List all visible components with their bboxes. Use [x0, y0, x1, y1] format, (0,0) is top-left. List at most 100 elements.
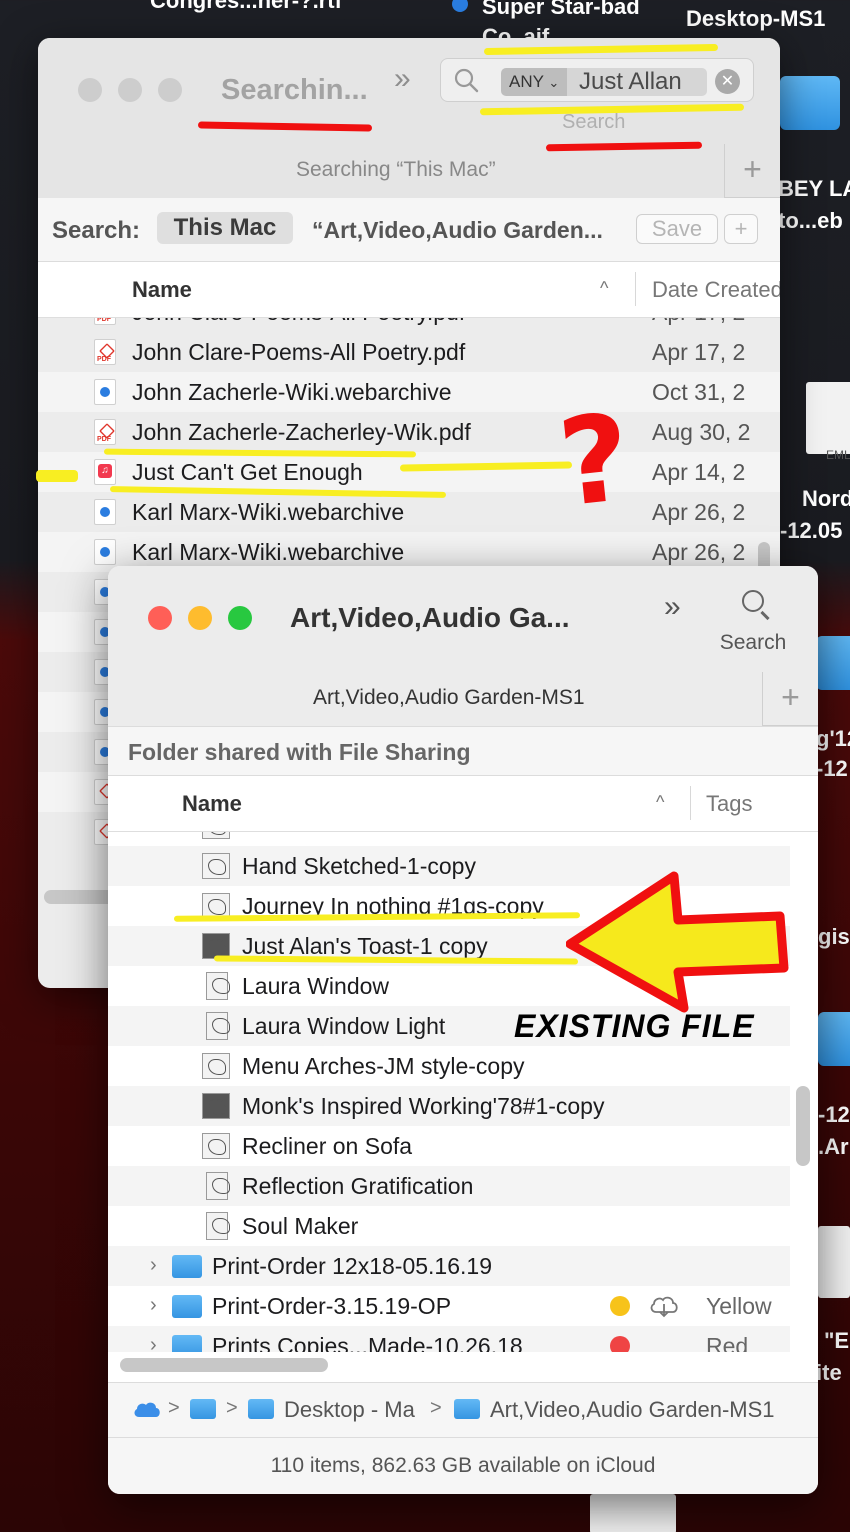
desktop-document-icon[interactable] — [590, 1494, 676, 1532]
window-title: Art,Video,Audio Ga... — [290, 602, 570, 633]
list-item[interactable]: Reflection Gratification — [108, 1166, 790, 1206]
add-criteria-button[interactable]: + — [724, 214, 758, 244]
new-tab-button[interactable]: + — [724, 144, 780, 198]
desktop-file-label[interactable]: Congres...ner-?.rtf — [150, 0, 342, 14]
desktop-file-label[interactable]: Desktop-MS1 — [686, 6, 825, 32]
list-item[interactable]: John Zacherle-Wiki.webarchive Oct 31, 2 — [38, 372, 780, 412]
zoom-button[interactable] — [228, 606, 252, 630]
scope-folder-button[interactable]: “Art,Video,Audio Garden... — [312, 217, 603, 244]
close-button[interactable] — [78, 78, 102, 102]
titlebar: Art,Video,Audio Ga... » Search Art,Video… — [108, 566, 818, 726]
folder-row[interactable]: › Print-Order 12x18-05.16.19 — [108, 1246, 790, 1286]
file-date: Aug 30, 2 — [652, 419, 751, 445]
zoom-button[interactable] — [158, 78, 182, 102]
column-date-header[interactable]: Date Created — [652, 277, 780, 303]
image-thumbnail-icon — [206, 1012, 230, 1040]
search-label: Search — [562, 111, 626, 133]
list-item[interactable]: PDF John Clare-Poems-All Poetry.pdf Apr … — [38, 318, 780, 332]
search-token-type-dropdown[interactable]: ANY ⌄ — [501, 68, 567, 96]
search-field[interactable]: ANY ⌄ Just Allan ✕ — [440, 58, 754, 102]
list-item[interactable]: Menu Arches-JM style-copy — [108, 1046, 790, 1086]
search-icon — [742, 590, 764, 612]
disclosure-chevron-icon[interactable]: › — [150, 1294, 157, 1317]
desktop-file-label[interactable]: g'12 — [816, 726, 850, 752]
desktop-file-label[interactable]: BEY LA — [778, 176, 850, 202]
desktop-file-label[interactable]: -12.05 — [780, 518, 842, 544]
desktop-folder-icon[interactable] — [818, 1012, 850, 1066]
new-tab-button[interactable]: + — [762, 672, 818, 726]
column-header: Name ^ Tags — [108, 776, 818, 832]
folder-row[interactable]: › Prints Copies...Made-10.26.18 Red — [108, 1326, 790, 1352]
folder-name: Prints Copies...Made-10.26.18 — [212, 1333, 523, 1352]
list-item[interactable]: PDF John Zacherle-Zacherley-Wik.pdf Aug … — [38, 412, 780, 452]
file-date: Oct 31, 2 — [652, 379, 746, 405]
desktop-file-label[interactable]: -12 — [818, 1102, 850, 1128]
disclosure-chevron-icon[interactable]: › — [150, 1334, 157, 1352]
list-item[interactable] — [108, 832, 790, 846]
icloud-icon[interactable] — [132, 1399, 162, 1419]
image-thumbnail-icon — [202, 1093, 230, 1119]
desktop-file-label[interactable]: .Ar — [818, 1134, 849, 1160]
column-divider[interactable] — [690, 786, 691, 820]
column-name-header[interactable]: Name — [132, 277, 192, 303]
file-name: Hand Sketched-1-copy — [242, 853, 476, 879]
icloud-download-icon[interactable] — [648, 1292, 680, 1318]
folder-row[interactable]: › Print-Order-3.15.19-OP Yellow — [108, 1286, 790, 1326]
scope-this-mac-button[interactable]: This Mac — [157, 212, 293, 244]
desktop-file-dot-icon — [452, 0, 468, 12]
disclosure-chevron-icon[interactable]: › — [150, 1254, 157, 1277]
file-name: Laura Window — [242, 973, 390, 999]
path-separator: > — [226, 1397, 238, 1419]
desktop-folder-icon[interactable] — [816, 636, 850, 690]
scope-label: Search: — [52, 217, 141, 244]
tag-label: Red — [706, 1333, 749, 1352]
path-segment-current-folder[interactable]: Art,Video,Audio Garden-MS1 — [490, 1397, 775, 1423]
minimize-button[interactable] — [188, 606, 212, 630]
file-name: John Zacherle-Zacherley-Wik.pdf — [132, 419, 471, 445]
desktop-file-label[interactable]: ite — [816, 1360, 842, 1386]
file-name: Menu Arches-JM style-copy — [242, 1053, 525, 1079]
column-name-header[interactable]: Name — [182, 791, 242, 817]
minimize-button[interactable] — [118, 78, 142, 102]
search-token-value[interactable]: Just Allan — [567, 68, 707, 96]
status-bar: 110 items, 862.63 GB available on iCloud — [108, 1438, 818, 1494]
list-item[interactable]: Soul Maker — [108, 1206, 790, 1246]
folder-icon[interactable] — [190, 1399, 216, 1419]
file-name: Karl Marx-Wiki.webarchive — [132, 499, 405, 525]
list-item[interactable]: Monk's Inspired Working'78#1-copy — [108, 1086, 790, 1126]
red-tag-dot — [610, 1336, 630, 1352]
desktop-folder-icon[interactable] — [780, 76, 840, 130]
desktop-file-label[interactable]: Nord — [802, 486, 850, 512]
path-segment-desktop[interactable]: Desktop - Ma — [284, 1397, 415, 1423]
toolbar-overflow-chevron-icon[interactable]: » — [664, 590, 681, 624]
image-thumbnail-icon — [206, 972, 230, 1000]
file-name: Laura Window Light — [242, 1013, 446, 1039]
save-search-button[interactable]: Save — [636, 214, 718, 244]
arrow-annotation-icon — [566, 871, 789, 1013]
desktop-document-icon[interactable] — [818, 1226, 850, 1298]
clear-search-icon[interactable]: ✕ — [715, 69, 740, 94]
yellow-tag-dot — [610, 1296, 630, 1316]
file-name: Recliner on Sofa — [242, 1133, 413, 1159]
list-item[interactable]: Karl Marx-Wiki.webarchive Apr 26, 2 — [38, 492, 780, 532]
toolbar-overflow-chevron-icon[interactable]: » — [394, 62, 411, 96]
list-item[interactable]: Recliner on Sofa — [108, 1126, 790, 1166]
file-name: John Zacherle-Wiki.webarchive — [132, 379, 452, 405]
desktop-email-file-icon[interactable] — [806, 382, 850, 454]
desktop-file-label[interactable]: "E — [824, 1328, 849, 1354]
yellow-marker-annotation — [36, 470, 78, 482]
close-button[interactable] — [148, 606, 172, 630]
column-tags-header[interactable]: Tags — [706, 791, 752, 817]
image-thumbnail-icon — [206, 1212, 230, 1240]
desktop-file-label[interactable]: to...eb — [778, 208, 843, 234]
sort-ascending-icon: ^ — [600, 278, 609, 298]
vertical-scrollbar[interactable] — [796, 1086, 810, 1166]
column-divider[interactable] — [635, 272, 636, 306]
path-bar: > > Desktop - Ma > Art,Video,Audio Garde… — [108, 1382, 818, 1438]
file-name: John Clare-Poems-All Poetry.pdf — [132, 339, 466, 365]
horizontal-scrollbar[interactable] — [120, 1358, 328, 1372]
desktop-file-label[interactable]: gis — [818, 924, 850, 950]
list-item[interactable]: PDF John Clare-Poems-All Poetry.pdf Apr … — [38, 332, 780, 372]
search-button[interactable]: Search — [708, 590, 798, 655]
desktop-file-label[interactable]: -12 — [816, 756, 848, 782]
